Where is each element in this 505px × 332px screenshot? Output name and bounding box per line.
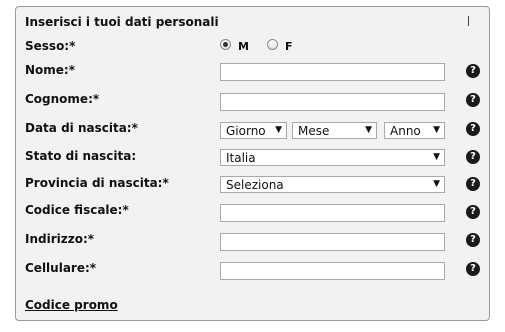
surname-label: Cognome:* <box>25 92 100 106</box>
help-icon[interactable]: ? <box>466 64 480 78</box>
mobile-label: Cellulare:* <box>25 261 97 275</box>
birth-country-label: Stato di nascita: <box>25 149 137 163</box>
birth-province-select[interactable]: Seleziona ▼ <box>220 176 445 193</box>
promo-code-link[interactable]: Codice promo <box>25 298 118 312</box>
name-input[interactable] <box>220 63 445 81</box>
help-icon[interactable]: ? <box>466 150 480 164</box>
sex-label: Sesso:* <box>25 39 76 53</box>
radio-unchecked-icon[interactable] <box>267 39 278 50</box>
help-icon[interactable]: ? <box>466 233 480 247</box>
sex-option-f-label: F <box>285 40 293 53</box>
birth-country-value: Italia <box>226 151 256 165</box>
birth-month-value: Mese <box>298 124 330 138</box>
chevron-down-icon: ▼ <box>433 152 440 162</box>
birth-date-label: Data di nascita:* <box>25 121 138 135</box>
sex-option-m-label: M <box>238 40 249 53</box>
panel-title: Inserisci i tuoi dati personali <box>25 15 219 29</box>
help-icon[interactable]: ? <box>466 177 480 191</box>
birth-province-label: Provincia di nascita:* <box>25 176 169 190</box>
surname-input[interactable] <box>220 93 445 111</box>
help-icon[interactable]: ? <box>466 93 480 107</box>
chevron-down-icon: ▼ <box>365 125 372 135</box>
panel-mark <box>468 16 469 26</box>
birth-month-select[interactable]: Mese ▼ <box>292 122 377 139</box>
mobile-input[interactable] <box>220 262 445 280</box>
birth-day-value: Giorno <box>226 124 266 138</box>
chevron-down-icon: ▼ <box>275 125 282 135</box>
birth-day-select[interactable]: Giorno ▼ <box>220 122 287 139</box>
birth-year-value: Anno <box>390 124 421 138</box>
address-label: Indirizzo:* <box>25 232 95 246</box>
help-icon[interactable]: ? <box>466 262 480 276</box>
help-icon[interactable]: ? <box>466 122 480 136</box>
birth-country-select[interactable]: Italia ▼ <box>220 149 445 166</box>
help-icon[interactable]: ? <box>466 205 480 219</box>
tax-code-input[interactable] <box>220 204 445 222</box>
personal-data-panel: Inserisci i tuoi dati personali Sesso:* … <box>15 6 490 321</box>
address-input[interactable] <box>220 233 445 251</box>
birth-province-value: Seleziona <box>226 178 284 192</box>
radio-checked-icon[interactable] <box>220 39 231 50</box>
name-label: Nome:* <box>25 63 76 77</box>
tax-code-label: Codice fiscale:* <box>25 203 129 217</box>
birth-year-select[interactable]: Anno ▼ <box>384 122 445 139</box>
chevron-down-icon: ▼ <box>433 125 440 135</box>
chevron-down-icon: ▼ <box>433 179 440 189</box>
